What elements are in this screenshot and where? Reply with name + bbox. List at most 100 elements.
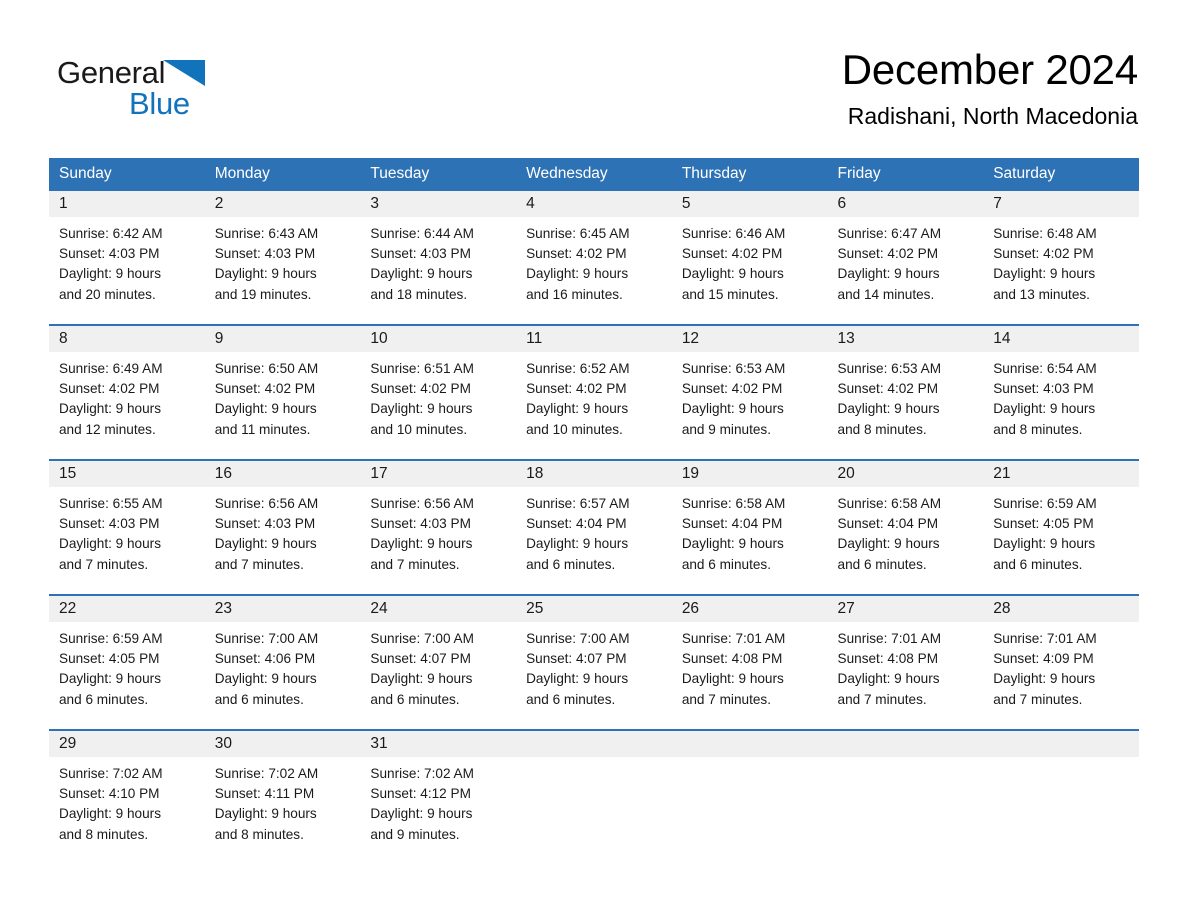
calendar-day-cell[interactable]: 18 Sunrise: 6:57 AM Sunset: 4:04 PM Dayligh… — [516, 459, 672, 595]
day-details: Sunrise: 6:43 AM Sunset: 4:03 PM Daylight:… — [205, 217, 361, 305]
day-number: 12 — [671, 326, 828, 352]
day-details: Sunrise: 7:01 AM Sunset: 4:09 PM Daylight:… — [983, 622, 1139, 710]
calendar-day-cell[interactable]: 11 Sunrise: 6:52 AM Sunset: 4:02 PM Dayligh… — [516, 324, 672, 460]
day-number: 5 — [671, 191, 828, 217]
day-number: 24 — [360, 596, 517, 622]
sunrise-text: Sunrise: 6:53 AM — [681, 361, 786, 376]
day-number: 16 — [204, 461, 361, 487]
daylight-text-line1: Daylight: 9 hours — [993, 401, 1096, 417]
day-number: 28 — [983, 596, 1139, 622]
calendar-day-cell[interactable]: 5 Sunrise: 6:46 AM Sunset: 4:02 PM Daylight… — [671, 191, 828, 325]
calendar-day-cell[interactable]: 12 Sunrise: 6:53 AM Sunset: 4:02 PM Dayligh… — [671, 324, 828, 460]
day-number: 26 — [671, 596, 828, 622]
day-details: Sunrise: 6:56 AM Sunset: 4:03 PM Daylight:… — [205, 487, 361, 575]
calendar-day-cell[interactable]: 17 Sunrise: 6:56 AM Sunset: 4:03 PM Dayligh… — [360, 459, 517, 595]
daylight-text-line1: Daylight: 9 hours — [59, 401, 162, 417]
calendar-day-cell[interactable]: 27 Sunrise: 7:01 AM Sunset: 4:08 PM Dayligh… — [827, 594, 984, 730]
calendar-day-cell[interactable]: 16 Sunrise: 6:56 AM Sunset: 4:03 PM Dayligh… — [204, 459, 361, 595]
calendar-day-cell[interactable]: 24 Sunrise: 7:00 AM Sunset: 4:07 PM Dayligh… — [360, 594, 517, 730]
sunrise-text: Sunrise: 7:00 AM — [214, 631, 319, 646]
calendar-day-cell[interactable]: 23 Sunrise: 7:00 AM Sunset: 4:06 PM Dayligh… — [204, 594, 361, 730]
calendar-day-cell[interactable]: 8 Sunrise: 6:49 AM Sunset: 4:02 PM Daylight… — [49, 324, 205, 460]
daylight-text-line1: Daylight: 9 hours — [370, 671, 473, 687]
day-details: Sunrise: 7:02 AM Sunset: 4:10 PM Daylight:… — [49, 757, 205, 845]
day-number: 6 — [827, 191, 984, 217]
calendar-day-cell[interactable]: 21 Sunrise: 6:59 AM Sunset: 4:05 PM Dayligh… — [983, 459, 1139, 595]
daylight-text-line1: Daylight: 9 hours — [59, 266, 162, 282]
weekday-header-sunday: Sunday — [49, 158, 205, 191]
daylight-text-line1: Daylight: 9 hours — [214, 806, 317, 822]
daylight-text-line2: and 13 minutes. — [993, 286, 1090, 302]
daylight-text-line1: Daylight: 9 hours — [370, 806, 473, 822]
sunrise-text: Sunrise: 6:45 AM — [526, 226, 630, 241]
weekday-header-saturday: Saturday — [983, 158, 1139, 191]
day-details: Sunrise: 6:59 AM Sunset: 4:05 PM Daylight:… — [983, 487, 1139, 575]
day-number: 14 — [983, 326, 1139, 352]
calendar-day-cell[interactable]: 15 Sunrise: 6:55 AM Sunset: 4:03 PM Dayligh… — [49, 459, 205, 595]
daylight-text-line2: and 6 minutes. — [681, 556, 771, 572]
calendar-day-cell[interactable]: 13 Sunrise: 6:53 AM Sunset: 4:02 PM Dayligh… — [827, 324, 984, 460]
generalblue-logo[interactable]: General Blue — [57, 55, 257, 121]
sunset-text: Sunset: 4:08 PM — [837, 651, 939, 667]
day-details — [828, 757, 984, 764]
calendar-day-cell[interactable]: 22 Sunrise: 6:59 AM Sunset: 4:05 PM Dayligh… — [49, 594, 205, 730]
calendar-day-cell[interactable]: 26 Sunrise: 7:01 AM Sunset: 4:08 PM Dayligh… — [671, 594, 828, 730]
calendar-day-cell[interactable]: 19 Sunrise: 6:58 AM Sunset: 4:04 PM Dayligh… — [671, 459, 828, 595]
sunrise-text: Sunrise: 6:44 AM — [370, 226, 474, 241]
calendar-day-cell[interactable]: 25 Sunrise: 7:00 AM Sunset: 4:07 PM Dayligh… — [516, 594, 672, 730]
calendar-day-cell[interactable]: 2 Sunrise: 6:43 AM Sunset: 4:03 PM Daylight… — [204, 191, 361, 325]
calendar-day-cell[interactable]: 31 Sunrise: 7:02 AM Sunset: 4:12 PM Dayligh… — [360, 729, 517, 864]
daylight-text-line1: Daylight: 9 hours — [214, 536, 317, 552]
calendar-day-cell[interactable]: 10 Sunrise: 6:51 AM Sunset: 4:02 PM Dayligh… — [360, 324, 517, 460]
calendar-day-cell[interactable]: 6 Sunrise: 6:47 AM Sunset: 4:02 PM Daylight… — [827, 191, 984, 325]
daylight-text-line1: Daylight: 9 hours — [681, 671, 784, 687]
sunrise-text: Sunrise: 6:42 AM — [59, 226, 163, 241]
weekday-header-thursday: Thursday — [671, 158, 828, 191]
daylight-text-line1: Daylight: 9 hours — [993, 266, 1096, 282]
calendar-day-cell[interactable]: 4 Sunrise: 6:45 AM Sunset: 4:02 PM Daylight… — [516, 191, 672, 325]
calendar-day-cell[interactable]: 14 Sunrise: 6:54 AM Sunset: 4:03 PM Dayligh… — [983, 324, 1139, 460]
daylight-text-line2: and 6 minutes. — [370, 691, 460, 707]
day-number: 25 — [516, 596, 672, 622]
calendar-day-cell[interactable]: 30 Sunrise: 7:02 AM Sunset: 4:11 PM Dayligh… — [204, 729, 361, 864]
calendar-day-cell[interactable]: 28 Sunrise: 7:01 AM Sunset: 4:09 PM Dayligh… — [983, 594, 1139, 730]
calendar-week-row: 29 Sunrise: 7:02 AM Sunset: 4:10 PM Dayligh… — [49, 729, 1139, 864]
sunrise-text: Sunrise: 6:54 AM — [993, 361, 1097, 376]
day-number: 20 — [827, 461, 984, 487]
daylight-text-line1: Daylight: 9 hours — [59, 806, 162, 822]
calendar-day-cell[interactable]: 29 Sunrise: 7:02 AM Sunset: 4:10 PM Dayligh… — [49, 729, 205, 864]
calendar-week-row: 8 Sunrise: 6:49 AM Sunset: 4:02 PM Daylight… — [49, 324, 1139, 460]
sunrise-text: Sunrise: 6:58 AM — [681, 496, 786, 511]
daylight-text-line2: and 7 minutes. — [993, 691, 1083, 707]
calendar-day-cell[interactable]: 3 Sunrise: 6:44 AM Sunset: 4:03 PM Daylight… — [360, 191, 517, 325]
day-number: 31 — [360, 731, 517, 757]
sunrise-text: Sunrise: 6:51 AM — [370, 361, 474, 376]
daylight-text-line2: and 9 minutes. — [681, 421, 771, 437]
calendar-day-cell-empty — [827, 729, 984, 864]
calendar-day-cell[interactable]: 9 Sunrise: 6:50 AM Sunset: 4:02 PM Daylight… — [204, 324, 361, 460]
sunset-text: Sunset: 4:06 PM — [214, 651, 316, 667]
daylight-text-line1: Daylight: 9 hours — [526, 401, 629, 417]
day-details: Sunrise: 6:56 AM Sunset: 4:03 PM Daylight:… — [360, 487, 516, 575]
daylight-text-line1: Daylight: 9 hours — [59, 536, 162, 552]
day-details: Sunrise: 7:00 AM Sunset: 4:07 PM Daylight:… — [360, 622, 516, 710]
day-number: 11 — [516, 326, 672, 352]
sunrise-text: Sunrise: 6:59 AM — [59, 631, 163, 646]
day-details: Sunrise: 6:57 AM Sunset: 4:04 PM Daylight:… — [516, 487, 672, 575]
sunrise-text: Sunrise: 7:00 AM — [370, 631, 474, 646]
daylight-text-line1: Daylight: 9 hours — [526, 536, 629, 552]
calendar-day-cell[interactable]: 1 Sunrise: 6:42 AM Sunset: 4:03 PM Daylight… — [49, 191, 205, 325]
day-number: 8 — [49, 326, 205, 352]
day-details — [983, 757, 1139, 764]
daylight-text-line1: Daylight: 9 hours — [837, 671, 940, 687]
sunset-text: Sunset: 4:07 PM — [526, 651, 627, 667]
sunrise-text: Sunrise: 6:59 AM — [993, 496, 1097, 511]
sunset-text: Sunset: 4:02 PM — [214, 381, 316, 397]
sunset-text: Sunset: 4:07 PM — [370, 651, 471, 667]
calendar-day-cell[interactable]: 7 Sunrise: 6:48 AM Sunset: 4:02 PM Daylight… — [983, 191, 1139, 325]
day-details — [672, 757, 828, 764]
sunset-text: Sunset: 4:02 PM — [526, 381, 627, 397]
calendar-day-cell[interactable]: 20 Sunrise: 6:58 AM Sunset: 4:04 PM Dayligh… — [827, 459, 984, 595]
daylight-text-line2: and 6 minutes. — [526, 556, 616, 572]
daylight-text-line1: Daylight: 9 hours — [993, 671, 1096, 687]
